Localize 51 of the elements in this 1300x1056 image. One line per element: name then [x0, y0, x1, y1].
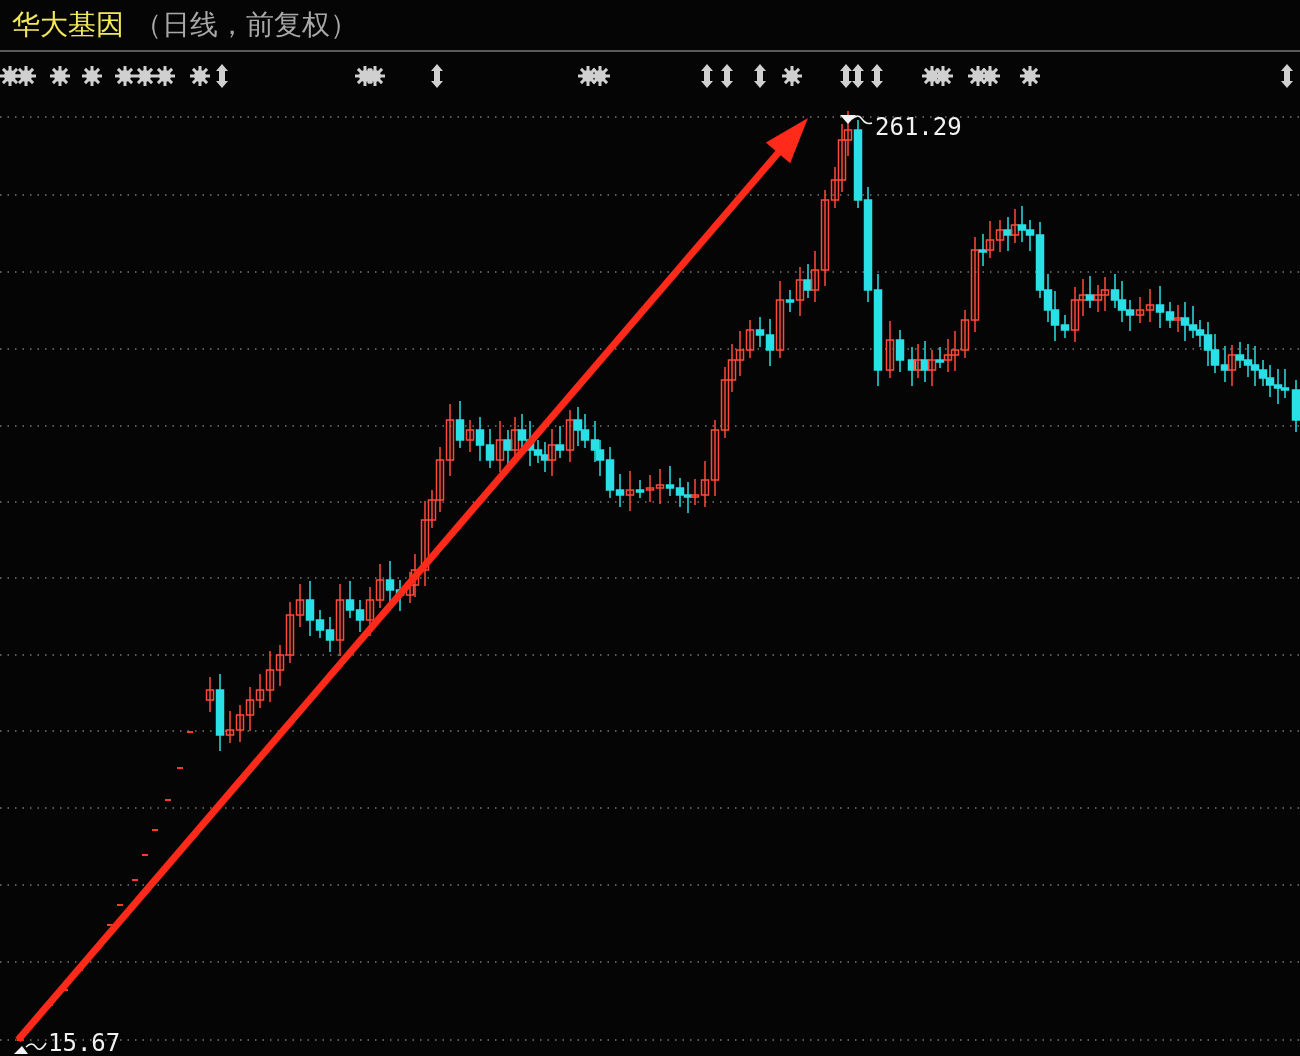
candle	[495, 420, 505, 473]
candle	[580, 413, 590, 449]
candle	[683, 481, 693, 514]
chart-period: （日线，前复权）	[134, 7, 358, 43]
candle	[1093, 284, 1103, 313]
candle	[295, 583, 305, 628]
candle	[745, 319, 755, 359]
candle	[675, 477, 685, 508]
low-marker-icon	[14, 1042, 47, 1054]
candle	[385, 560, 395, 603]
candle	[595, 439, 605, 477]
candle	[375, 563, 385, 609]
candle	[1145, 288, 1155, 323]
stock-name: 华大基因	[12, 7, 124, 43]
candle	[485, 428, 495, 469]
candle	[475, 416, 485, 462]
candle	[1125, 299, 1135, 332]
candle	[1100, 276, 1110, 312]
candle	[1188, 305, 1198, 339]
candle	[235, 704, 245, 743]
candle	[1010, 208, 1020, 244]
candle	[885, 320, 895, 379]
price-label: 15.67	[48, 1031, 121, 1055]
high-marker-icon	[840, 115, 873, 125]
candle	[1017, 205, 1027, 243]
candle	[573, 406, 583, 447]
candle	[655, 468, 665, 505]
candle	[907, 346, 917, 387]
candle	[735, 330, 745, 377]
candle	[1117, 280, 1127, 323]
candle	[590, 420, 600, 463]
candle	[665, 465, 675, 497]
candle	[895, 329, 905, 373]
candle	[995, 219, 1005, 253]
candle	[1135, 296, 1145, 324]
candle	[1003, 216, 1013, 252]
candle	[1110, 273, 1120, 309]
candle	[920, 340, 930, 383]
candle	[1243, 343, 1253, 378]
candle	[1220, 345, 1230, 383]
candle	[985, 220, 995, 259]
candle	[1210, 333, 1220, 374]
candle	[1180, 301, 1190, 342]
candle	[950, 330, 960, 372]
price-label: 261.29	[875, 115, 962, 139]
candle	[1085, 275, 1095, 309]
candle	[1173, 304, 1183, 333]
candle	[913, 343, 923, 379]
candle	[1265, 364, 1275, 398]
candle	[245, 686, 255, 732]
candle	[1273, 368, 1283, 405]
